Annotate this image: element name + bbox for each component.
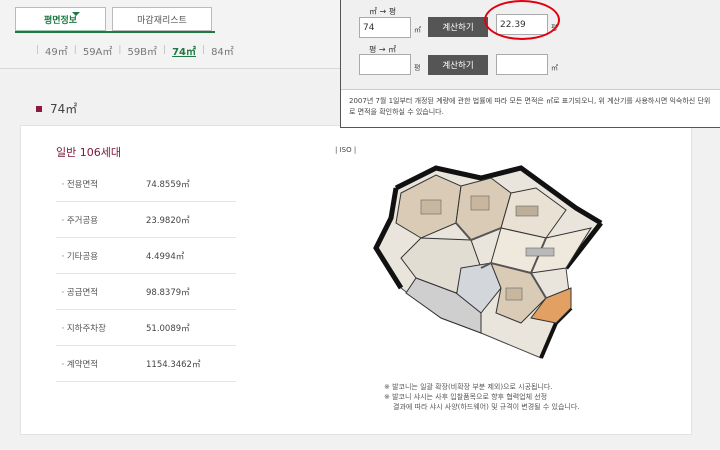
size-link-74[interactable]: 74㎡	[172, 43, 196, 58]
area-value: 98.8379㎡	[146, 287, 190, 298]
pyeong-input[interactable]	[359, 54, 411, 75]
notes: ※ 발코니는 일괄 확장(비확장 부분 제외)으로 시공됩니다. ※ 발코니 샤…	[384, 382, 580, 412]
unit-type: 일반 106세대	[56, 146, 121, 159]
isometric-floor-plan	[373, 165, 603, 359]
table-row: ㆍ주거공용 23.9820㎡	[56, 202, 236, 238]
size-separator: |	[36, 45, 40, 55]
sqm-result-unit: ㎡	[551, 64, 558, 72]
calculate-button[interactable]: 계산하기	[428, 17, 488, 37]
size-link-49[interactable]: 49㎡	[45, 43, 68, 58]
area-table: ㆍ전용면적 74.8559㎡ ㆍ주거공용 23.9820㎡ ㆍ기타공용 4.49…	[56, 166, 236, 382]
sqm-to-pyeong-label: ㎡ → 평	[369, 7, 397, 16]
tab-floor-plan[interactable]: 평면정보	[15, 7, 106, 31]
note-line: 결과에 따라 샤시 사양(하드웨어) 및 규격이 변경될 수 있습니다.	[393, 403, 580, 411]
table-row: ㆍ공급면적 98.8379㎡	[56, 274, 236, 310]
size-separator: |	[73, 45, 77, 55]
table-row: ㆍ기타공용 4.4994㎡	[56, 238, 236, 274]
area-value: 23.9820㎡	[146, 215, 190, 226]
sqm-result-field[interactable]	[496, 54, 548, 75]
tab-finish-list[interactable]: 마감재리스트	[112, 7, 212, 31]
pyeong-input-unit: 평	[414, 64, 421, 72]
iso-label: | ISO |	[335, 146, 357, 154]
sqm-input[interactable]: 74	[359, 17, 411, 38]
area-calculator: ㎡ → 평 74 ㎡ 계산하기 22.39 평 평 → ㎡ 평 계산하기 ㎡ 2…	[340, 0, 720, 128]
area-value: 1154.3462㎡	[146, 359, 201, 370]
table-row: ㆍ계약면적 1154.3462㎡	[56, 346, 236, 382]
size-link-59b[interactable]: 59B㎡	[127, 43, 157, 58]
red-annotation-circle	[484, 0, 560, 40]
section-heading-text: 74㎡	[50, 102, 78, 116]
size-separator: |	[202, 45, 206, 55]
area-label: ㆍ공급면적	[59, 287, 99, 298]
square-bullet-icon	[36, 105, 42, 112]
size-separator: |	[118, 45, 122, 55]
tab-underline	[15, 31, 215, 33]
area-label: ㆍ계약면적	[59, 359, 99, 370]
calculator-form: ㎡ → 평 74 ㎡ 계산하기 22.39 평 평 → ㎡ 평 계산하기 ㎡	[341, 0, 720, 90]
area-label: ㆍ지하주차장	[59, 323, 106, 334]
section-heading: 74㎡	[36, 100, 77, 117]
area-value: 4.4994㎡	[146, 251, 185, 262]
note-line: ※ 발코니 샤시는 사후 입찰품목으로 향후 협력업체 선정	[384, 393, 548, 401]
area-label: ㆍ주거공용	[59, 215, 99, 226]
area-label: ㆍ기타공용	[59, 251, 99, 262]
sqm-unit: ㎡	[414, 26, 421, 34]
size-link-84[interactable]: 84㎡	[211, 43, 234, 58]
note-line: ※ 발코니는 일괄 확장(비확장 부분 제외)으로 시공됩니다.	[384, 383, 553, 391]
table-row: ㆍ지하주차장 51.0089㎡	[56, 310, 236, 346]
tab-caret-icon	[72, 12, 80, 16]
tab-finish-list-label: 마감재리스트	[137, 15, 187, 26]
area-value: 51.0089㎡	[146, 323, 190, 334]
area-value: 74.8559㎡	[146, 179, 190, 190]
size-separator: |	[163, 45, 167, 55]
area-label: ㆍ전용면적	[59, 179, 99, 190]
calculator-note: 2007년 7월 1일부터 개정된 계량에 관한 법률에 따라 모든 면적은 ㎡…	[349, 97, 711, 116]
table-row: ㆍ전용면적 74.8559㎡	[56, 166, 236, 202]
calculate-button-2[interactable]: 계산하기	[428, 55, 488, 75]
size-link-59a[interactable]: 59A㎡	[83, 43, 113, 58]
floor-plan-card: 일반 106세대 ㆍ전용면적 74.8559㎡ ㆍ주거공용 23.9820㎡ ㆍ…	[20, 125, 692, 435]
size-selector: | 49㎡ | 59A㎡ | 59B㎡ | 74㎡ | 84㎡	[30, 43, 234, 58]
